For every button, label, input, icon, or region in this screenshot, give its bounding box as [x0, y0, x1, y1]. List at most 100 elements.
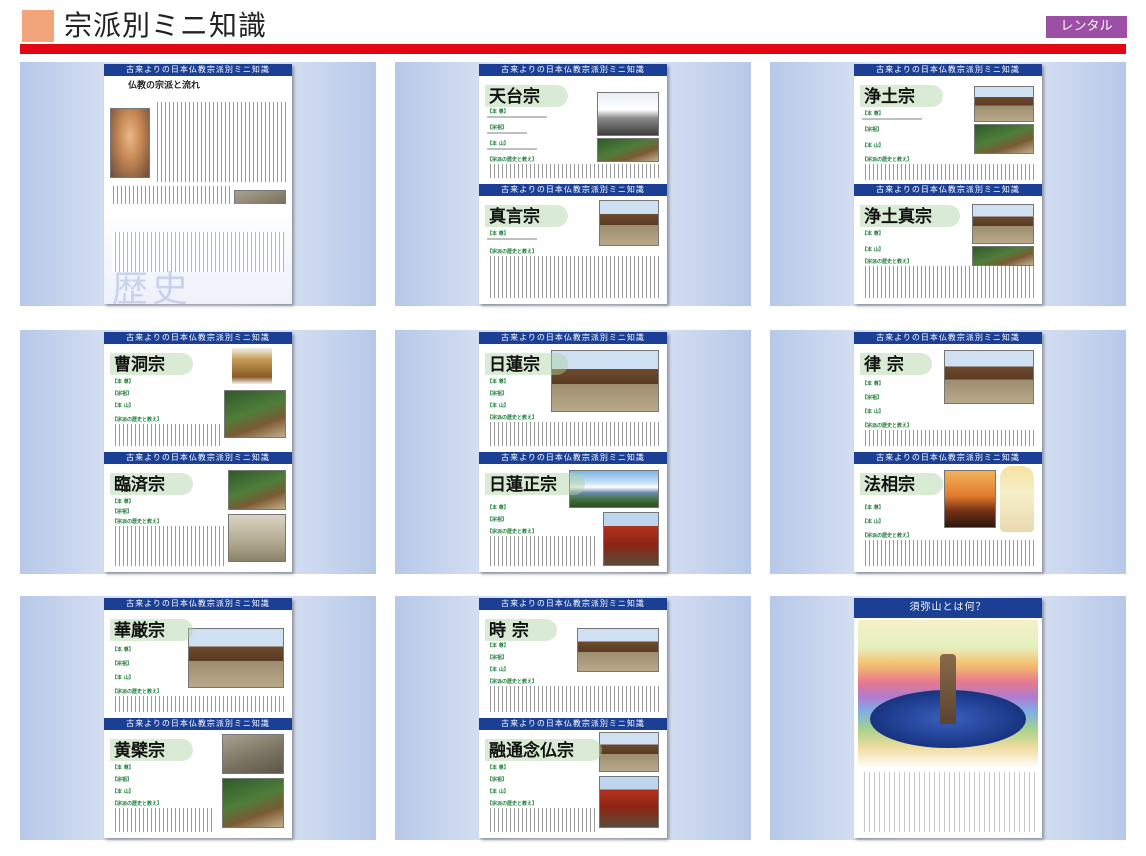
- label-sosan: 【宗祖】: [487, 517, 508, 523]
- text-line: [487, 238, 537, 240]
- label-honzan: 【本 山】: [862, 519, 884, 525]
- shumisen-text: [860, 772, 1036, 832]
- label-history: 【宗派の歴史と教え】: [862, 533, 913, 539]
- label-honzan: 【本 山】: [862, 143, 884, 149]
- page-title: 宗派別ミニ知識: [64, 9, 268, 42]
- card-shumisen[interactable]: 須弥山とは何？: [770, 596, 1126, 840]
- temple-garden-image: [972, 246, 1034, 266]
- poster-nichiren: 古来よりの日本仏教宗派別ミニ知識 日蓮宗 【本 尊】 【宗祖】 【本 山】 【宗…: [479, 332, 667, 572]
- poster-band: 古来よりの日本仏教宗派別ミニ知識: [104, 64, 292, 76]
- text-line: [487, 132, 527, 134]
- label-honzon: 【本 尊】: [112, 379, 134, 385]
- label-honzan: 【本 山】: [487, 141, 509, 147]
- label-history: 【宗派の歴史と教え】: [487, 157, 538, 163]
- label-history: 【宗派の歴史と教え】: [112, 519, 163, 525]
- label-history: 【宗派の歴史と教え】: [862, 259, 913, 265]
- label-honzon: 【本 尊】: [487, 379, 509, 385]
- label-history: 【宗派の歴史と教え】: [862, 157, 913, 163]
- sect-title-rinzai: 臨済宗: [110, 470, 193, 495]
- sect-title-jodo: 浄土宗: [860, 82, 943, 107]
- label-sosan: 【宗祖】: [487, 125, 508, 131]
- card-soto-rinzai[interactable]: 古来よりの日本仏教宗派別ミニ知識 曹洞宗 【本 尊】 【宗祖】 【本 山】 【宗…: [20, 330, 376, 574]
- label-history: 【宗派の歴史と教え】: [487, 801, 538, 807]
- poster-soto-rinzai: 古来よりの日本仏教宗派別ミニ知識 曹洞宗 【本 尊】 【宗祖】 【本 山】 【宗…: [104, 332, 292, 572]
- label-history: 【宗派の歴史と教え】: [112, 801, 163, 807]
- label-history: 【宗派の歴史と教え】: [112, 417, 163, 423]
- poster-shumisen: 須弥山とは何？: [854, 598, 1042, 838]
- history-text: [487, 536, 597, 566]
- label-honzan: 【本 山】: [112, 675, 134, 681]
- label-honzan: 【本 山】: [862, 247, 884, 253]
- card-jodo-jodoshin[interactable]: 古来よりの日本仏教宗派別ミニ知識 浄土宗 【本 尊】 【宗祖】 【本 山】 【宗…: [770, 62, 1126, 306]
- intro-text-block: [154, 102, 286, 182]
- sect-title-nichiren: 日蓮宗: [485, 350, 568, 375]
- sect-title-kegon: 華厳宗: [110, 616, 193, 641]
- label-sosan: 【宗祖】: [487, 655, 508, 661]
- history-text: [862, 430, 1034, 446]
- card-ji-yuzu[interactable]: 古来よりの日本仏教宗派別ミニ知識 時 宗 【本 尊】 【宗祖】 【本 山】 【宗…: [395, 596, 751, 840]
- label-sosan: 【宗祖】: [862, 395, 883, 401]
- label-honzon: 【本 尊】: [112, 499, 134, 505]
- text-line: [862, 118, 922, 120]
- label-sosan: 【宗祖】: [487, 777, 508, 783]
- history-text: [112, 526, 224, 566]
- poster-ji-yuzu: 古来よりの日本仏教宗派別ミニ知識 時 宗 【本 尊】 【宗祖】 【本 山】 【宗…: [479, 598, 667, 838]
- card-nichiren[interactable]: 古来よりの日本仏教宗派別ミニ知識 日蓮宗 【本 尊】 【宗祖】 【本 山】 【宗…: [395, 330, 751, 574]
- poster-kegon-obaku: 古来よりの日本仏教宗派別ミニ知識 華厳宗 【本 尊】 【宗祖】 【本 山】 【宗…: [104, 598, 292, 838]
- history-text: [112, 808, 212, 832]
- label-honzan: 【本 山】: [112, 403, 134, 409]
- shumisen-title: 須弥山とは何？: [854, 598, 1042, 618]
- label-history: 【宗派の歴史と教え】: [487, 415, 538, 421]
- intro-watermark: 歴史: [112, 269, 193, 304]
- history-text: [862, 540, 1034, 566]
- sect-title-ji: 時 宗: [485, 616, 557, 641]
- hall-image: [599, 776, 659, 828]
- label-sosan: 【宗祖】: [112, 391, 133, 397]
- history-text: [112, 424, 222, 446]
- history-text: [487, 422, 659, 446]
- label-honzon: 【本 尊】: [112, 765, 134, 771]
- card-intro[interactable]: 古来よりの日本仏教宗派別ミニ知識 仏教の宗派と流れ 歴史: [20, 62, 376, 306]
- card-ritsu-hosso[interactable]: 古来よりの日本仏教宗派別ミニ知識 律 宗 【本 尊】 【宗祖】 【本 山】 【宗…: [770, 330, 1126, 574]
- history-text: [487, 686, 659, 712]
- history-text: [862, 164, 1034, 180]
- label-honzon: 【本 尊】: [487, 505, 509, 511]
- sect-title-hosso: 法相宗: [860, 470, 943, 495]
- label-sosan: 【宗祖】: [112, 777, 133, 783]
- label-sosan: 【宗祖】: [862, 127, 883, 133]
- label-honzon: 【本 尊】: [487, 643, 509, 649]
- history-text: [487, 808, 597, 832]
- sect-title-shingon: 真言宗: [485, 202, 568, 227]
- sect-title-tendai: 天台宗: [485, 82, 568, 107]
- temple-gate-image: [222, 778, 284, 828]
- label-honzon: 【本 尊】: [112, 647, 134, 653]
- mount-sumeru: [940, 654, 956, 724]
- intro-subtitle: 仏教の宗派と流れ: [128, 81, 201, 91]
- label-sosan: 【宗祖】: [487, 391, 508, 397]
- card-tendai-shingon[interactable]: 古来よりの日本仏教宗派別ミニ知識 天台宗 【本 尊】 【宗祖】 【本 山】 【宗…: [395, 62, 751, 306]
- label-honzon: 【本 尊】: [862, 231, 884, 237]
- label-history: 【宗派の歴史と教え】: [487, 249, 538, 255]
- label-honzon: 【本 尊】: [862, 111, 884, 117]
- history-text: [862, 266, 1034, 298]
- rental-badge[interactable]: レンタル: [1046, 16, 1127, 38]
- label-honzon: 【本 尊】: [487, 231, 509, 237]
- red-gate-image: [603, 512, 659, 566]
- history-text: [487, 256, 659, 298]
- label-history: 【宗派の歴史と教え】: [487, 679, 538, 685]
- label-sosan: 【宗祖】: [112, 661, 133, 667]
- sect-title-ritsu: 律 宗: [860, 350, 932, 375]
- header-accent-square: [22, 10, 54, 42]
- label-honzan: 【本 山】: [487, 667, 509, 673]
- poster-intro: 古来よりの日本仏教宗派別ミニ知識 仏教の宗派と流れ 歴史: [104, 64, 292, 304]
- header-red-bar: [20, 44, 1126, 54]
- zen-garden-image: [228, 514, 286, 562]
- sect-title-yuzunembutsu: 融通念仏宗: [485, 736, 602, 761]
- shumisen-cosmology-illustration: [858, 620, 1038, 768]
- card-kegon-obaku[interactable]: 古来よりの日本仏教宗派別ミニ知識 華厳宗 【本 尊】 【宗祖】 【本 山】 【宗…: [20, 596, 376, 840]
- temple-forest-image: [597, 138, 659, 162]
- label-sosan: 【宗祖】: [112, 509, 133, 515]
- text-line: [487, 116, 547, 118]
- sect-title-nichirenshoshu: 日蓮正宗: [485, 470, 585, 495]
- sect-title-soto: 曹洞宗: [110, 350, 193, 375]
